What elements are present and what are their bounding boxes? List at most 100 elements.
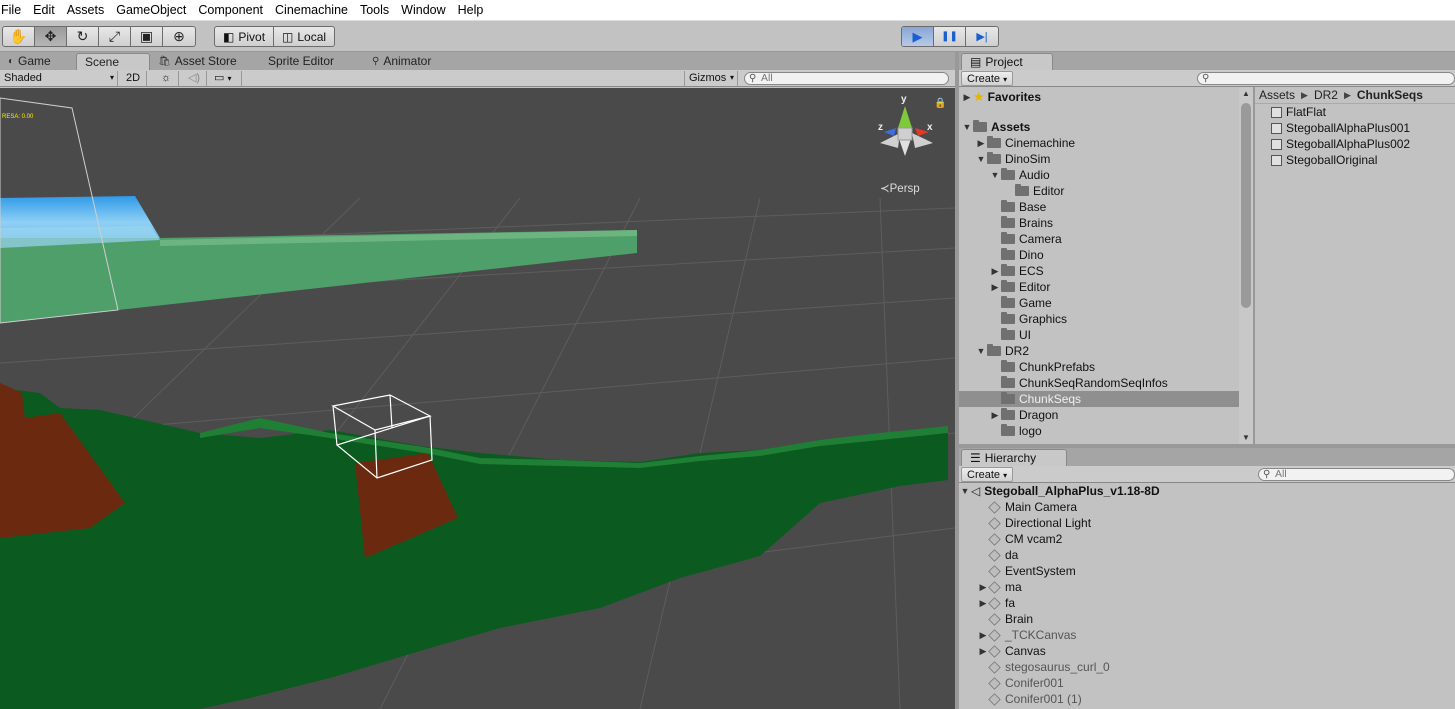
hierarchy-item[interactable]: Conifer001 (1) [977,691,1082,707]
move-tool-button[interactable]: ✥ [35,27,67,46]
local-button[interactable]: ◫ Local [274,27,334,46]
rotate-tool-button[interactable]: ↻ [67,27,99,46]
asset-item[interactable]: StegoballAlphaPlus001 [1255,120,1455,136]
rect-tool-button[interactable]: ▣ [131,27,163,46]
project-tree-item-base[interactable]: Base [959,199,1239,215]
effects-dropdown[interactable]: ▭ ▾ [210,71,242,86]
hierarchy-item[interactable]: Conifer001 [977,675,1064,691]
project-tree-item-editor[interactable]: ▶ Editor [959,279,1239,295]
expand-arrow-down-icon[interactable]: ▼ [961,122,973,132]
menu-item-assets[interactable]: Assets [61,0,111,21]
project-tree-item-logo[interactable]: logo [959,423,1239,439]
lighting-toggle[interactable]: ☼ [154,71,179,86]
asset-item[interactable]: StegoballAlphaPlus002 [1255,136,1455,152]
expand-arrow-down-icon[interactable]: ▼ [989,170,1001,180]
hierarchy-item[interactable]: ▶ Canvas [977,643,1046,659]
scene-search-input[interactable]: ⚲ All [744,72,949,85]
menu-item-tools[interactable]: Tools [354,0,395,21]
tab-game[interactable]: ◐ Game [0,53,76,70]
scene-orientation-gizmo[interactable] [880,106,933,156]
project-tree-item-dinosim[interactable]: ▼ DinoSim [959,151,1239,167]
scroll-thumb[interactable] [1241,103,1251,308]
menu-item-window[interactable]: Window [395,0,451,21]
breadcrumb-item-assets[interactable]: Assets [1259,88,1295,102]
project-tree-item-game[interactable]: Game [959,295,1239,311]
project-tree-item-chunkseqrandomseqinfos[interactable]: ChunkSeqRandomSeqInfos [959,375,1239,391]
tab-hierarchy[interactable]: ☰ Hierarchy [961,449,1067,466]
tab-scene[interactable]: Scene [76,53,150,70]
breadcrumb-item-dr2[interactable]: DR2 [1314,88,1338,102]
toggle-2d-button[interactable]: 2D [122,71,147,86]
project-tree-item-audio[interactable]: ▼ Audio [959,167,1239,183]
expand-arrow-down-icon[interactable]: ▼ [959,486,971,496]
play-button[interactable]: ▶ [902,27,934,46]
project-tree-item-cinemachine[interactable]: ▶ Cinemachine [959,135,1239,151]
project-tree-item-brains[interactable]: Brains [959,215,1239,231]
scale-tool-button[interactable]: ⤢ [99,27,131,46]
pivot-button[interactable]: ◧ Pivot [215,27,275,46]
tab-sprite-editor[interactable]: Sprite Editor [260,53,364,70]
asset-item[interactable]: StegoballOriginal [1255,152,1455,168]
hierarchy-search-input[interactable]: ⚲ All [1258,468,1455,481]
audio-toggle[interactable]: ◁) [182,71,207,86]
expand-arrow-right-icon[interactable]: ▶ [989,266,1001,277]
project-tree-item-assets[interactable]: ▼ Assets [959,119,1239,135]
pause-button[interactable]: ❚❚ [934,27,966,46]
project-tree-item-dragon[interactable]: ▶ Dragon [959,407,1239,423]
tab-animator[interactable]: ⚲ Animator [364,53,454,70]
scene-root-row[interactable]: ▼ ◁ Stegoball_AlphaPlus_v1.18-8D [959,483,1160,499]
expand-arrow-right-icon[interactable]: ▶ [975,138,987,149]
project-tree-item-chunkseqs[interactable]: ChunkSeqs [959,391,1239,407]
scroll-down-icon[interactable]: ▼ [1242,433,1250,442]
project-tree-item-chunkprefabs[interactable]: ChunkPrefabs [959,359,1239,375]
menu-item-edit[interactable]: Edit [27,0,61,21]
hierarchy-item-label: Conifer001 [1005,676,1064,690]
hierarchy-item[interactable]: ▶ ma [977,579,1022,595]
project-tree-item-favorites[interactable]: ▶ ★ Favorites [959,89,1239,105]
hierarchy-item[interactable]: Directional Light [977,515,1091,531]
shading-mode-dropdown[interactable]: Shaded ▾ [0,71,118,86]
hierarchy-item[interactable]: CM vcam2 [977,531,1062,547]
project-tree-item-camera[interactable]: Camera [959,231,1239,247]
lock-icon[interactable]: 🔒 [934,98,946,109]
menu-item-cinemachine[interactable]: Cinemachine [269,0,354,21]
expand-arrow-right-icon[interactable]: ▶ [989,282,1001,293]
menu-item-help[interactable]: Help [452,0,490,21]
expand-arrow-right-icon[interactable]: ▶ [961,92,973,103]
scene-view[interactable]: RESA: 0.00 y x z 🔒 ≺Persp [0,88,955,709]
project-create-button[interactable]: Create ▾ [961,71,1014,86]
project-tree-item-editor[interactable]: Editor [959,183,1239,199]
hierarchy-create-button[interactable]: Create ▾ [961,467,1014,482]
project-tree-item-graphics[interactable]: Graphics [959,311,1239,327]
expand-arrow-down-icon[interactable]: ▼ [975,346,987,356]
asset-item[interactable]: FlatFlat [1255,104,1455,120]
project-tree-item-dino[interactable]: Dino [959,247,1239,263]
expand-arrow-down-icon[interactable]: ▼ [975,154,987,164]
step-button[interactable]: ▶| [966,27,998,46]
project-tree-item-ecs[interactable]: ▶ ECS [959,263,1239,279]
menu-item-component[interactable]: Component [192,0,269,21]
projection-toggle[interactable]: ≺Persp [880,181,920,195]
menu-item-gameobject[interactable]: GameObject [110,0,192,21]
gizmos-dropdown[interactable]: Gizmos ▾ [684,71,738,86]
breadcrumb-item-chunkseqs[interactable]: ChunkSeqs [1357,88,1423,102]
scroll-up-icon[interactable]: ▲ [1242,89,1250,98]
hierarchy-item[interactable]: ▶ _TCKCanvas [977,627,1077,643]
hierarchy-item[interactable]: da [977,547,1018,563]
hierarchy-item[interactable]: EventSystem [977,563,1076,579]
hierarchy-item[interactable]: Brain [977,611,1033,627]
hierarchy-item[interactable]: stegosaurus_curl_0 [977,659,1110,675]
hand-tool-button[interactable]: ✋ [3,27,35,46]
hierarchy-item[interactable]: Main Camera [977,499,1077,515]
tab-asset-store[interactable]: 🛍 Asset Store [150,53,260,70]
project-tree-item-dr2[interactable]: ▼ DR2 [959,343,1239,359]
expand-arrow-right-icon[interactable]: ▶ [989,410,1001,421]
transform-tool-button[interactable]: ⊕ [163,27,195,46]
project-search-input[interactable]: ⚲ [1197,72,1455,85]
tab-project[interactable]: ▤ Project [961,53,1053,70]
menu-item-file[interactable]: File [0,0,27,21]
project-tree-scrollbar[interactable]: ▲ ▼ [1239,87,1253,444]
project-tree-item-ui[interactable]: UI [959,327,1239,343]
scene-canvas[interactable]: RESA: 0.00 [0,88,955,709]
hierarchy-item[interactable]: ▶ fa [977,595,1015,611]
